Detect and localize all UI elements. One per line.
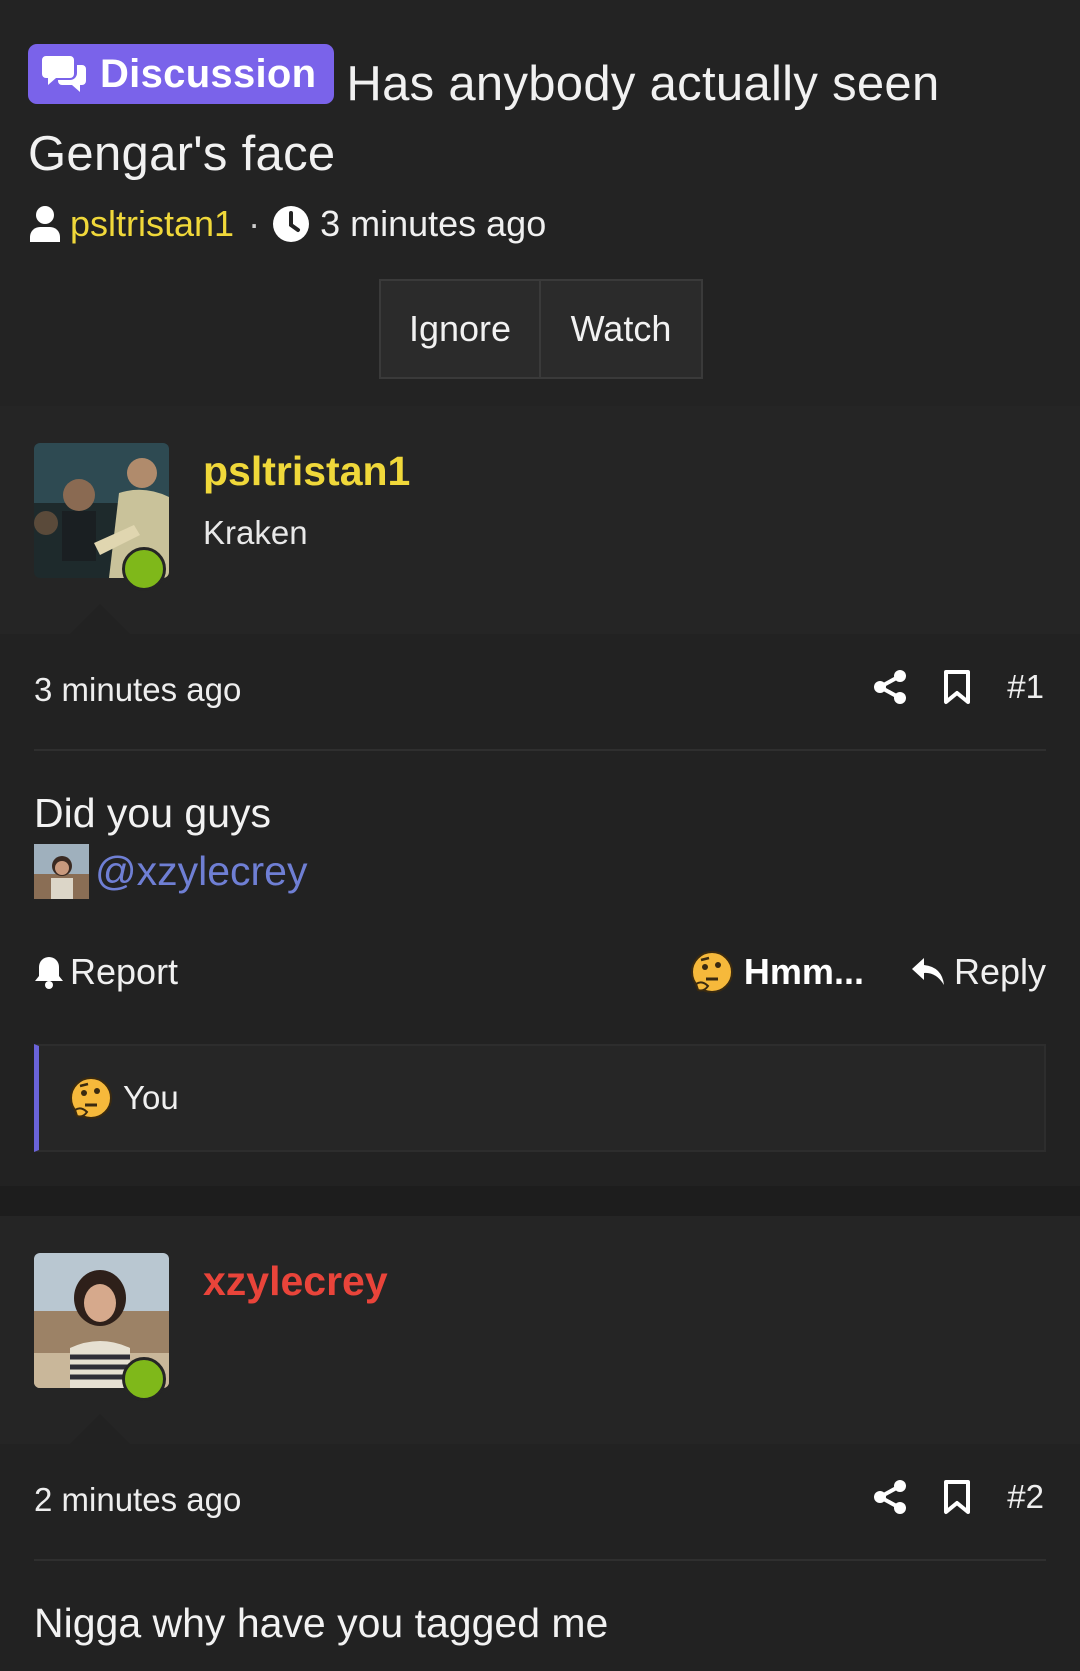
post-separator [0,1186,1080,1216]
reactions-summary-bar[interactable]: You [34,1044,1046,1152]
thinking-face-icon [70,1077,112,1119]
post-username[interactable]: psltristan1 [203,448,410,495]
post-number[interactable]: #1 [1007,668,1044,706]
post-actions: #1 [837,668,1044,706]
thread-time: 3 minutes ago [320,203,547,244]
chat-bubbles-icon [42,56,86,92]
avatar[interactable] [34,443,169,591]
mention-text: @xzylecrey [95,848,308,894]
post-divider [34,749,1046,751]
thinking-face-icon [690,951,733,993]
post-username[interactable]: xzylecrey [203,1258,388,1305]
user-title: Kraken [203,514,308,551]
thread-meta: psltristan1 · 3 minutes ago [28,196,546,252]
share-icon[interactable] [873,1479,907,1515]
report-label: Report [70,951,179,992]
prefix-label: Discussion [100,52,317,96]
online-indicator [122,1357,166,1401]
post-notch [70,1414,130,1444]
post-number[interactable]: #2 [1007,1478,1044,1516]
avatar[interactable] [34,1253,169,1401]
bookmark-icon[interactable] [943,1479,971,1515]
thread-action-buttons: Ignore Watch [379,279,703,379]
thread-author-link[interactable]: psltristan1 [70,203,234,245]
reply-arrow-icon [911,958,944,985]
discussion-prefix-badge[interactable]: Discussion [28,44,335,104]
bell-icon [35,957,63,989]
share-icon[interactable] [873,669,907,705]
ignore-button[interactable]: Ignore [381,281,541,377]
post-message: Nigga why have you tagged me [34,1600,609,1646]
reply-label: Reply [953,951,1046,992]
reaction-label: Hmm... [743,951,864,992]
post-time[interactable]: 3 minutes ago [34,671,241,709]
post-1-body: 3 minutes ago #1 Did you guys @xzylecrey… [0,634,1080,1186]
user-icon [30,206,60,242]
meta-separator: · [248,203,261,244]
post-1-user-block: psltristan1 Kraken [0,406,1080,634]
thread-header: Discussion Has anybody actually seen Gen… [0,0,1080,406]
message-text: Did you guys [34,790,272,836]
watch-button[interactable]: Watch [541,281,701,377]
post-time[interactable]: 2 minutes ago [34,1481,241,1519]
post-actions: #2 [837,1478,1044,1516]
reactions-summary-text: You [123,1079,179,1116]
post-2-user-block: xzylecrey [0,1216,1080,1444]
clock-icon [273,206,310,242]
post-divider [34,1559,1046,1561]
post-notch [70,604,130,634]
post-2-body: 2 minutes ago #2 Nigga why have you tagg… [0,1444,1080,1671]
post-footer: Report Hmm... Reply [34,942,1046,1002]
mention-avatar [34,843,89,899]
report-button[interactable]: Report [34,951,178,993]
post-message: Did you guys @xzylecrey [34,784,308,900]
reaction-button[interactable]: Hmm... [690,950,864,994]
thread-title-block: Discussion Has anybody actually seen Gen… [28,44,1048,189]
reply-button[interactable]: Reply [910,951,1046,993]
user-mention[interactable]: @xzylecrey [34,842,308,900]
bookmark-icon[interactable] [943,669,971,705]
online-indicator [122,547,166,591]
